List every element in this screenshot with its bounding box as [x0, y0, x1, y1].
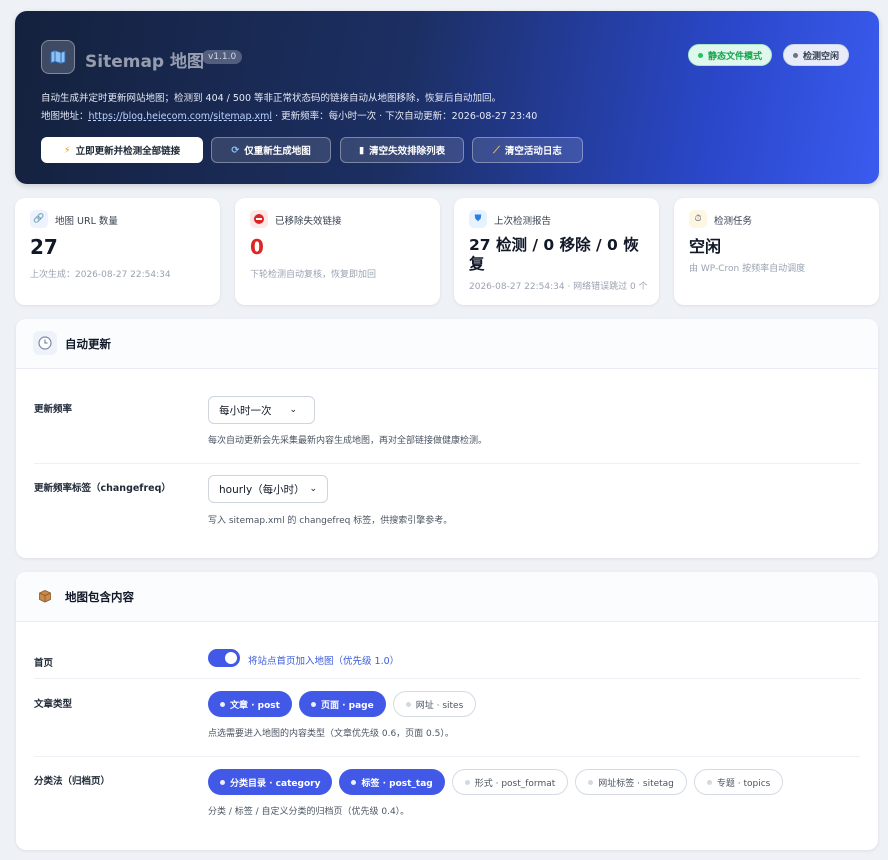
home-toggle[interactable] — [208, 649, 240, 667]
package-icon — [33, 584, 57, 608]
post-types-label: 文章类型 — [34, 699, 73, 710]
map-icon — [41, 40, 75, 74]
stat-last-report: ⛊ 上次检测报告 27 检测 / 0 移除 / 0 恢复 2026-08-27 … — [454, 198, 659, 305]
stat-check-task: ⏱ 检测任务 空闲 由 WP-Cron 按频率自动调度 — [674, 198, 879, 305]
freq-label: 更新频率 — [34, 404, 73, 415]
taxonomies-label: 分类法（归档页） — [34, 776, 111, 787]
taxonomies-group: 分类目录 · category 标签 · post_tag 形式 · post_… — [208, 769, 784, 795]
section-title: 地图包含内容 — [65, 590, 134, 604]
timer-icon: ⏱ — [689, 210, 707, 228]
refresh-icon: ⟳ — [231, 144, 240, 156]
sitemap-url-link[interactable]: https://blog.heiecom.com/sitemap.xml — [89, 111, 273, 122]
changefreq-select[interactable]: hourly（每小时） ⌄ — [208, 475, 328, 503]
post-types-group: 文章 · post 页面 · page 网址 · sites — [208, 691, 477, 717]
stat-url-count: 🔗 地图 URL 数量 27 上次生成：2026-08-27 22:54:34 — [15, 198, 220, 305]
shield-icon: ⛊ — [469, 210, 487, 228]
no-entry-icon — [250, 210, 268, 228]
chip-sitetag[interactable]: 网址标签 · sitetag — [575, 769, 687, 795]
status-dot-icon — [793, 52, 798, 58]
chip-post-tag[interactable]: 标签 · post_tag — [339, 769, 445, 795]
auto-update-card: 自动更新 更新频率 每小时一次 ⌄ 每次自动更新会先采集最新内容生成地图，再对全部… — [16, 319, 878, 558]
status-dot-icon — [698, 52, 703, 58]
lightning-icon: ⚡ — [63, 144, 71, 156]
chip-page[interactable]: 页面 · page — [298, 691, 386, 717]
update-and-check-button[interactable]: ⚡ 立即更新并检测全部链接 — [41, 137, 203, 163]
sitemap-content-card: 地图包含内容 首页 将站点首页加入地图（优先级 1.0） 文章类型 文章 · p… — [16, 572, 878, 850]
static-mode-badge: 静态文件模式 — [688, 44, 773, 66]
version-badge: v1.1.0 — [202, 50, 243, 64]
chip-category[interactable]: 分类目录 · category — [208, 769, 333, 795]
chevron-down-icon: ⌄ — [289, 405, 298, 415]
clear-invalid-button[interactable]: ▮ 清空失效排除列表 — [340, 137, 464, 163]
chip-post[interactable]: 文章 · post — [208, 691, 292, 717]
home-label: 首页 — [34, 658, 54, 669]
stat-removed-links: 已移除失效链接 0 下轮检测自动复核，恢复即加回 — [235, 198, 440, 305]
chip-topics[interactable]: 专题 · topics — [693, 769, 784, 795]
chip-sites[interactable]: 网址 · sites — [392, 691, 477, 717]
changefreq-label: 更新频率标签（changefreq） — [34, 483, 171, 494]
trash-icon: ▮ — [358, 144, 365, 156]
home-toggle-label: 将站点首页加入地图（优先级 1.0） — [248, 656, 400, 667]
chip-post-format[interactable]: 形式 · post_format — [451, 769, 569, 795]
header-banner: Sitemap 地图 v1.1.0 静态文件模式 检测空闲 自动生成并定时更新网… — [15, 11, 879, 184]
check-idle-badge: 检测空闲 — [783, 44, 850, 66]
link-icon: 🔗 — [30, 210, 48, 228]
sitemap-meta: 地图地址：https://blog.heiecom.com/sitemap.xm… — [41, 111, 538, 122]
chevron-down-icon: ⌄ — [309, 484, 317, 494]
regenerate-button[interactable]: ⟳ 仅重新生成地图 — [211, 137, 331, 163]
page-title: Sitemap 地图 — [85, 52, 204, 72]
clear-log-button[interactable]: ⟋ 清空活动日志 — [472, 137, 583, 163]
broom-icon: ⟋ — [493, 144, 500, 156]
section-title: 自动更新 — [65, 337, 111, 351]
frequency-select[interactable]: 每小时一次 ⌄ — [208, 396, 315, 424]
plugin-description: 自动生成并定时更新网站地图；检测到 404 / 500 等非正常状态码的链接自动… — [41, 93, 502, 104]
clock-icon — [33, 331, 57, 355]
